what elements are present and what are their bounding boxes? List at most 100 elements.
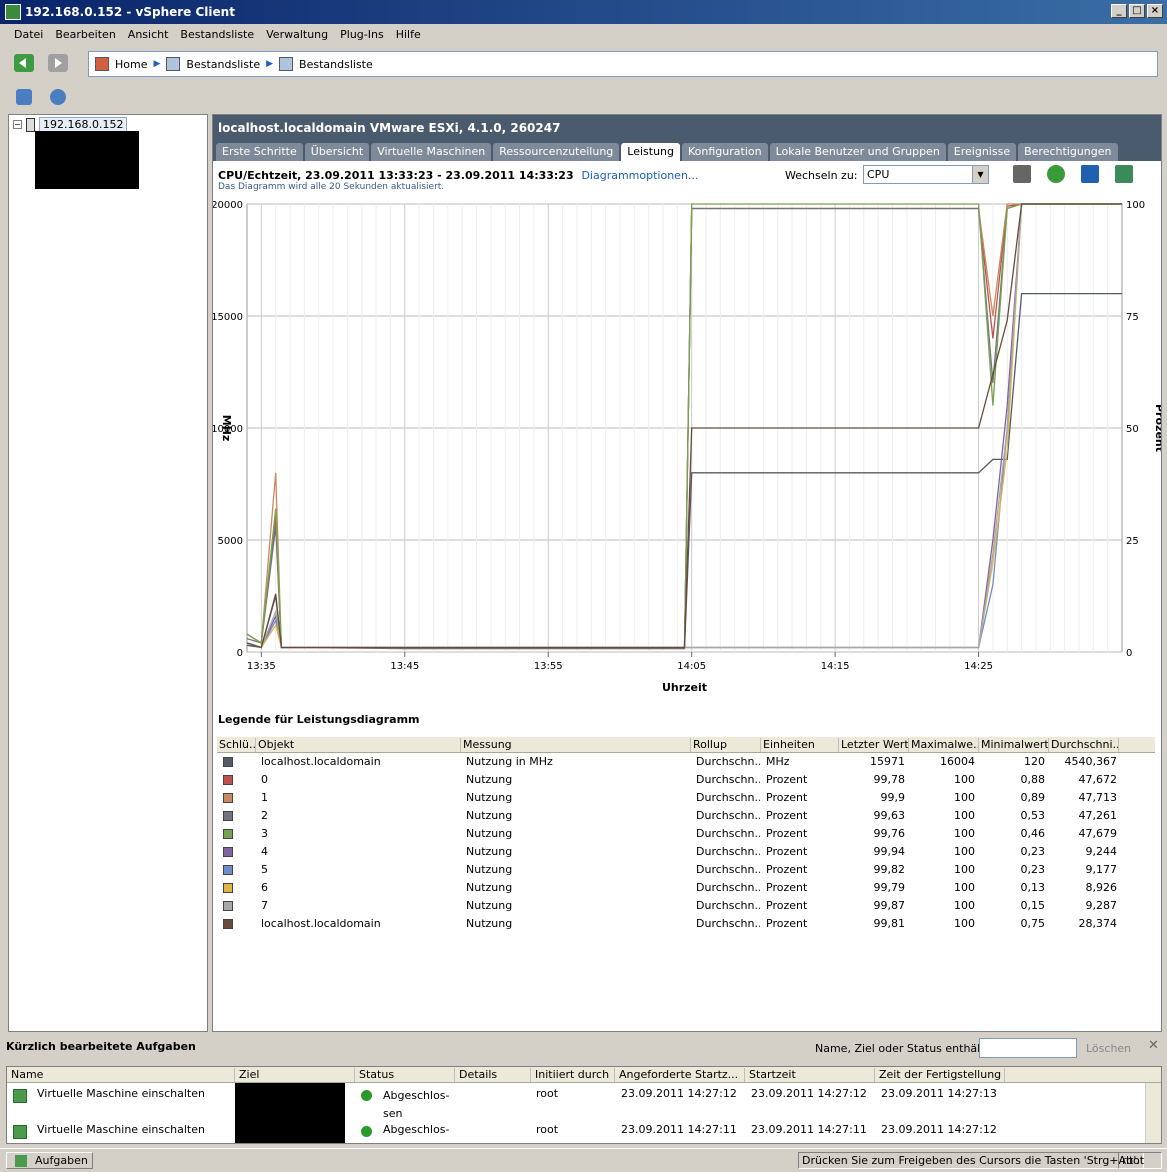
close-button[interactable]: × bbox=[1147, 4, 1163, 18]
tasks-col-requested[interactable]: Angeforderte Startz... bbox=[615, 1068, 745, 1082]
tab-ereignisse[interactable]: Ereignisse bbox=[947, 143, 1017, 161]
legend-col-avg[interactable]: Durchschni... bbox=[1049, 738, 1119, 752]
task-row[interactable]: Virtuelle Maschine einschalten Abgeschlo… bbox=[7, 1119, 1161, 1143]
legend-col-max[interactable]: Maximalwe... bbox=[909, 738, 979, 752]
breadcrumb-inventory-2[interactable]: Bestandsliste bbox=[299, 58, 373, 71]
tasks-button-label: Aufgaben bbox=[35, 1154, 88, 1167]
filter-label[interactable]: Name, Ziel oder Status enthält: ▾ bbox=[815, 1042, 997, 1055]
legend-row[interactable]: 5 Nutzung Durchschn... Prozent 99,82 100 0,23 9… bbox=[217, 861, 1155, 879]
menu-hilfe[interactable]: Hilfe bbox=[390, 26, 427, 44]
host-header: localhost.localdomain VMware ESXi, 4.1.0… bbox=[213, 115, 1161, 143]
task-initiator: root bbox=[536, 1123, 559, 1136]
legend-swatch bbox=[223, 757, 233, 767]
legend-unit: Prozent bbox=[766, 845, 808, 858]
tab-leistung[interactable]: Leistung bbox=[621, 143, 681, 161]
tasks-col-status[interactable]: Status bbox=[355, 1068, 455, 1082]
legend-avg: 9,177 bbox=[1085, 863, 1118, 876]
add-host-icon[interactable] bbox=[50, 89, 66, 105]
menu-bearbeiten[interactable]: Bearbeiten bbox=[49, 26, 121, 44]
legend-avg: 28,374 bbox=[1078, 917, 1118, 930]
collapse-icon[interactable]: − bbox=[13, 120, 22, 129]
chart-options-link[interactable]: Diagrammoptionen... bbox=[581, 169, 698, 182]
tasks-scrollbar[interactable] bbox=[1145, 1083, 1161, 1143]
legend-row[interactable]: 4 Nutzung Durchschn... Prozent 99,94 100 0,23 9… bbox=[217, 843, 1155, 861]
legend-col-unit[interactable]: Einheiten bbox=[761, 738, 839, 752]
popout-chart-icon[interactable] bbox=[1115, 165, 1133, 183]
legend-row[interactable]: 6 Nutzung Durchschn... Prozent 99,79 100 0,13 8… bbox=[217, 879, 1155, 897]
legend-swatch bbox=[223, 829, 233, 839]
tab-erste-schritte[interactable]: Erste Schritte bbox=[216, 143, 303, 161]
tab-virtuelle-maschinen[interactable]: Virtuelle Maschinen bbox=[371, 143, 492, 161]
tasks-button[interactable]: Aufgaben bbox=[6, 1152, 93, 1169]
legend-last: 99,9 bbox=[880, 791, 906, 804]
legend-row[interactable]: 2 Nutzung Durchschn... Prozent 99,63 100 0,53 4… bbox=[217, 807, 1155, 825]
legend-measure: Nutzung bbox=[466, 917, 513, 930]
switch-to-select[interactable]: CPU ▼ bbox=[863, 165, 989, 184]
legend-row[interactable]: localhost.localdomain Nutzung Durchschn...… bbox=[217, 915, 1155, 933]
y2-tick-label: 0 bbox=[1126, 648, 1132, 659]
tasks-col-target[interactable]: Ziel bbox=[235, 1068, 355, 1082]
legend-col-min[interactable]: Minimalwert bbox=[979, 738, 1049, 752]
legend-swatch bbox=[223, 811, 233, 821]
menu-ansicht[interactable]: Ansicht bbox=[122, 26, 175, 44]
legend-row[interactable]: localhost.localdomain Nutzung in MHz Durch… bbox=[217, 753, 1155, 771]
legend-row[interactable]: 3 Nutzung Durchschn... Prozent 99,76 100 0,46 4… bbox=[217, 825, 1155, 843]
task-row[interactable]: Virtuelle Maschine einschalten Abgeschlo… bbox=[7, 1083, 1161, 1120]
chart-title: CPU/Echtzeit, 23.09.2011 13:33:23 - 23.0… bbox=[218, 169, 698, 182]
legend-max: 100 bbox=[954, 791, 975, 804]
forward-arrow-icon[interactable] bbox=[48, 54, 68, 72]
legend-rollup: Durchschn... bbox=[696, 863, 760, 876]
legend-row[interactable]: 0 Nutzung Durchschn... Prozent 99,78 100 0,88 4… bbox=[217, 771, 1155, 789]
tab-lokale-benutzer[interactable]: Lokale Benutzer und Gruppen bbox=[769, 143, 946, 161]
back-arrow-icon[interactable] bbox=[14, 54, 34, 72]
tab-uebersicht[interactable]: Übersicht bbox=[304, 143, 370, 161]
chevron-down-icon[interactable]: ▼ bbox=[972, 166, 988, 183]
legend-last: 99,94 bbox=[873, 845, 906, 858]
tasks-col-name[interactable]: Name bbox=[7, 1068, 235, 1082]
menu-datei[interactable]: Datei bbox=[8, 26, 49, 44]
tab-konfiguration[interactable]: Konfiguration bbox=[682, 143, 768, 161]
legend-unit: MHz bbox=[766, 755, 790, 768]
breadcrumb-inventory[interactable]: Bestandsliste bbox=[186, 58, 260, 71]
new-vm-icon[interactable] bbox=[16, 89, 32, 105]
legend-col-rollup[interactable]: Rollup bbox=[691, 738, 761, 752]
legend-row[interactable]: 7 Nutzung Durchschn... Prozent 99,87 100 0,15 9… bbox=[217, 897, 1155, 915]
tasks-col-details[interactable]: Details bbox=[455, 1068, 531, 1082]
inventory-tree: − 192.168.0.152 bbox=[8, 114, 208, 1032]
legend-col-key[interactable]: Schlü... bbox=[217, 738, 256, 752]
print-icon[interactable] bbox=[1013, 165, 1031, 183]
menu-bestandsliste[interactable]: Bestandsliste bbox=[174, 26, 260, 44]
legend-row[interactable]: 1 Nutzung Durchschn... Prozent 99,9 100 0,89 47… bbox=[217, 789, 1155, 807]
tasks-col-initiator[interactable]: Initiiert durch bbox=[531, 1068, 615, 1082]
minimize-button[interactable]: _ bbox=[1111, 4, 1127, 18]
close-icon[interactable]: ✕ bbox=[1148, 1038, 1159, 1053]
statusbar: Aufgaben Drücken Sie zum Freigeben des C… bbox=[0, 1148, 1167, 1170]
legend-table: Schlü... Objekt Messung Rollup Einheiten… bbox=[217, 737, 1155, 933]
tree-node-label[interactable]: 192.168.0.152 bbox=[39, 117, 128, 132]
legend-min: 0,89 bbox=[1020, 791, 1046, 804]
legend-swatch bbox=[223, 865, 233, 875]
tasks-col-start[interactable]: Startzeit bbox=[745, 1068, 875, 1082]
tab-ressourcenzuteilung[interactable]: Ressourcenzuteilung bbox=[493, 143, 620, 161]
task-done: 23.09.2011 14:27:12 bbox=[881, 1123, 997, 1136]
legend-col-measure[interactable]: Messung bbox=[461, 738, 691, 752]
filter-input[interactable] bbox=[979, 1038, 1077, 1058]
recent-tasks-title: Kürzlich bearbeitete Aufgaben bbox=[6, 1040, 196, 1053]
tab-berechtigungen[interactable]: Berechtigungen bbox=[1018, 143, 1118, 161]
legend-col-last[interactable]: Letzter Wert bbox=[839, 738, 909, 752]
legend-last: 99,79 bbox=[873, 881, 906, 894]
home-icon[interactable] bbox=[95, 57, 109, 71]
menu-plugins[interactable]: Plug-Ins bbox=[334, 26, 390, 44]
maximize-button[interactable]: □ bbox=[1129, 4, 1145, 18]
legend-col-object[interactable]: Objekt bbox=[256, 738, 461, 752]
clear-button[interactable]: Löschen bbox=[1086, 1042, 1131, 1055]
tree-node-host[interactable]: − 192.168.0.152 bbox=[13, 117, 128, 132]
menu-verwaltung[interactable]: Verwaltung bbox=[260, 26, 334, 44]
refresh-icon[interactable] bbox=[1047, 165, 1065, 183]
tasks-col-done[interactable]: Zeit der Fertigstellung bbox=[875, 1068, 1005, 1082]
breadcrumb-home[interactable]: Home bbox=[115, 58, 147, 71]
legend-avg: 47,679 bbox=[1078, 827, 1118, 840]
window-titlebar: 192.168.0.152 - vSphere Client _ □ × bbox=[0, 0, 1167, 24]
save-icon[interactable] bbox=[1081, 165, 1099, 183]
legend-last: 99,87 bbox=[873, 899, 906, 912]
